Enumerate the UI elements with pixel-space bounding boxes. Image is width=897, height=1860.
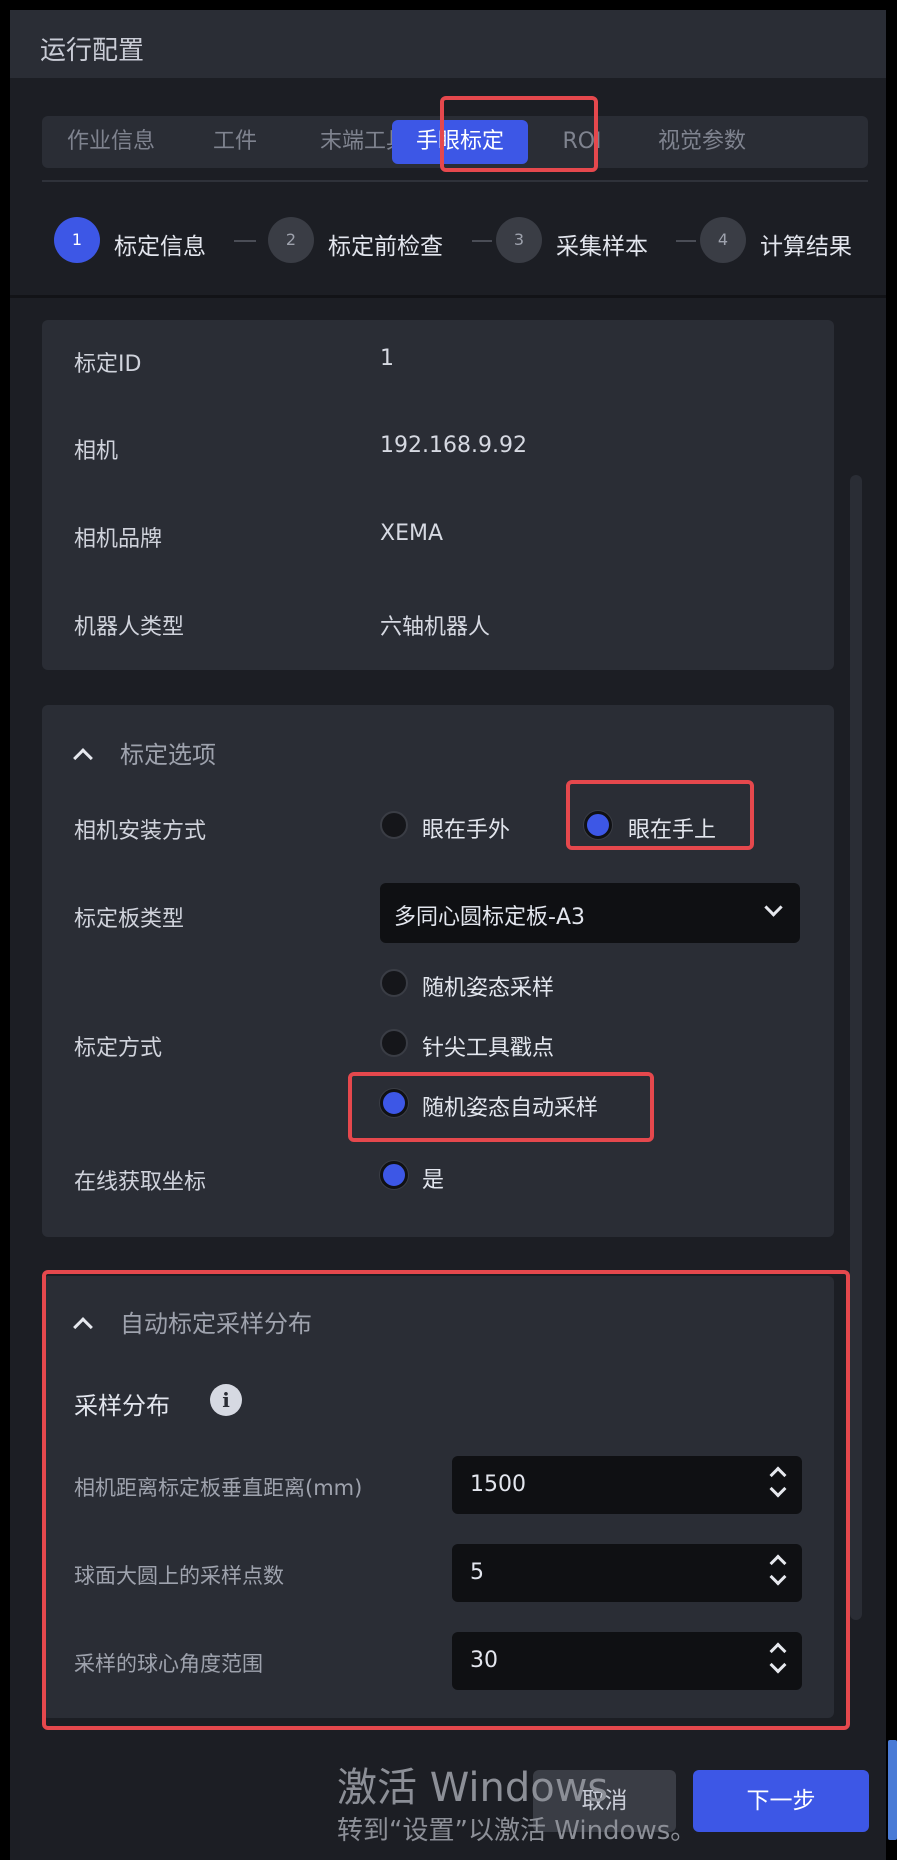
vertical-distance-input[interactable]: 1500	[452, 1456, 802, 1514]
step-connector	[676, 240, 696, 242]
radio-online-yes[interactable]	[380, 1161, 408, 1189]
scrollbar[interactable]	[850, 475, 862, 1620]
window-title: 运行配置	[40, 36, 145, 66]
step-3-label[interactable]: 采集样本	[556, 227, 648, 261]
tabs-divider	[42, 180, 868, 182]
angle-range-input[interactable]: 30	[452, 1632, 802, 1690]
radio-tip-tool-label[interactable]: 针尖工具戳点	[422, 1030, 554, 1062]
tab-job-info[interactable]: 作业信息	[56, 116, 166, 168]
step-4-number[interactable]: 4	[700, 217, 746, 263]
sampling-distribution-subtitle: 采样分布	[74, 1392, 170, 1420]
step-2-number[interactable]: 2	[268, 217, 314, 263]
sample-count-label: 球面大圆上的采样点数	[74, 1564, 284, 1588]
calibration-info-card: 标定ID 1 相机 192.168.9.92 相机品牌 XEMA 机器人类型 六…	[42, 320, 834, 670]
radio-tip-tool[interactable]	[380, 1029, 408, 1057]
sample-count-input[interactable]: 5	[452, 1544, 802, 1602]
online-coords-label: 在线获取坐标	[74, 1170, 207, 1195]
step-1-number[interactable]: 1	[54, 217, 100, 263]
tab-vision-params[interactable]: 视觉参数	[642, 116, 762, 168]
camera-brand-value: XEMA	[380, 521, 444, 546]
calibration-id-value: 1	[380, 346, 394, 371]
camera-label: 相机	[74, 439, 119, 464]
window-header: 运行配置	[10, 10, 886, 78]
activation-watermark-title: 激活 Windows	[337, 1765, 609, 1811]
radio-random-pose-auto-label[interactable]: 随机姿态自动采样	[422, 1090, 598, 1122]
method-label: 标定方式	[74, 1036, 163, 1061]
stepper: 1 标定信息 2 标定前检查 3 采集样本 4 计算结果	[54, 217, 874, 265]
chevron-up-icon[interactable]	[73, 1317, 93, 1337]
step-connector	[472, 240, 492, 242]
calibration-options-card: 标定选项 相机安装方式 眼在手外 眼在手上 标定板类型 多同心圆标定板-A3 随…	[42, 705, 834, 1237]
radio-eye-in-hand[interactable]	[584, 811, 612, 839]
chevron-up-icon[interactable]	[73, 748, 93, 768]
step-3-number[interactable]: 3	[496, 217, 542, 263]
next-step-button[interactable]: 下一步	[693, 1770, 869, 1832]
activation-watermark-hint: 转到“设置”以激活 Windows。	[337, 1816, 697, 1846]
radio-eye-in-hand-label[interactable]: 眼在手上	[628, 812, 716, 844]
radio-random-pose[interactable]	[380, 969, 408, 997]
auto-sampling-title[interactable]: 自动标定采样分布	[120, 1304, 312, 1339]
spinner-down-icon[interactable]	[769, 1568, 787, 1586]
step-4-label[interactable]: 计算结果	[760, 227, 852, 261]
radio-random-pose-label[interactable]: 随机姿态采样	[422, 970, 554, 1002]
board-type-select[interactable]: 多同心圆标定板-A3	[380, 883, 800, 943]
tab-hand-eye-calibration[interactable]: 手眼标定	[392, 120, 528, 164]
header-divider	[10, 295, 886, 298]
camera-mount-label: 相机安装方式	[74, 819, 207, 844]
info-icon[interactable]: i	[210, 1384, 242, 1416]
robot-type-label: 机器人类型	[74, 615, 185, 640]
step-connector	[234, 240, 256, 242]
board-type-label: 标定板类型	[74, 907, 185, 932]
step-2-label[interactable]: 标定前检查	[328, 227, 443, 261]
camera-brand-label: 相机品牌	[74, 527, 163, 552]
step-1-label[interactable]: 标定信息	[114, 227, 206, 261]
radio-random-pose-auto[interactable]	[380, 1089, 408, 1117]
radio-online-yes-label[interactable]: 是	[422, 1162, 444, 1194]
tab-roi[interactable]: ROI	[542, 116, 622, 168]
vertical-distance-value[interactable]: 1500	[470, 1472, 526, 1497]
run-config-window: 运行配置 作业信息 工件 末端工具 手眼标定 ROI 视觉参数 1 标定信息 2…	[10, 10, 886, 1860]
camera-value: 192.168.9.92	[380, 433, 527, 458]
tab-bar: 作业信息 工件 末端工具 手眼标定 ROI 视觉参数	[42, 116, 868, 168]
auto-sampling-card: 自动标定采样分布 采样分布 i 相机距离标定板垂直距离(mm) 1500 球面大…	[42, 1276, 834, 1718]
tab-workpiece[interactable]: 工件	[190, 116, 280, 168]
chevron-down-icon	[764, 898, 783, 917]
resize-handle[interactable]	[888, 1740, 897, 1840]
calibration-options-title[interactable]: 标定选项	[120, 735, 216, 770]
angle-range-value[interactable]: 30	[470, 1648, 498, 1673]
angle-range-label: 采样的球心角度范围	[74, 1652, 263, 1676]
board-type-value: 多同心圆标定板-A3	[394, 905, 585, 930]
sample-count-value[interactable]: 5	[470, 1560, 484, 1585]
radio-eye-to-hand[interactable]	[380, 811, 408, 839]
spinner-down-icon[interactable]	[769, 1480, 787, 1498]
radio-eye-to-hand-label[interactable]: 眼在手外	[422, 812, 510, 844]
spinner-down-icon[interactable]	[769, 1656, 787, 1674]
calibration-id-label: 标定ID	[74, 352, 142, 377]
vertical-distance-label: 相机距离标定板垂直距离(mm)	[74, 1476, 363, 1500]
robot-type-value: 六轴机器人	[380, 615, 491, 640]
